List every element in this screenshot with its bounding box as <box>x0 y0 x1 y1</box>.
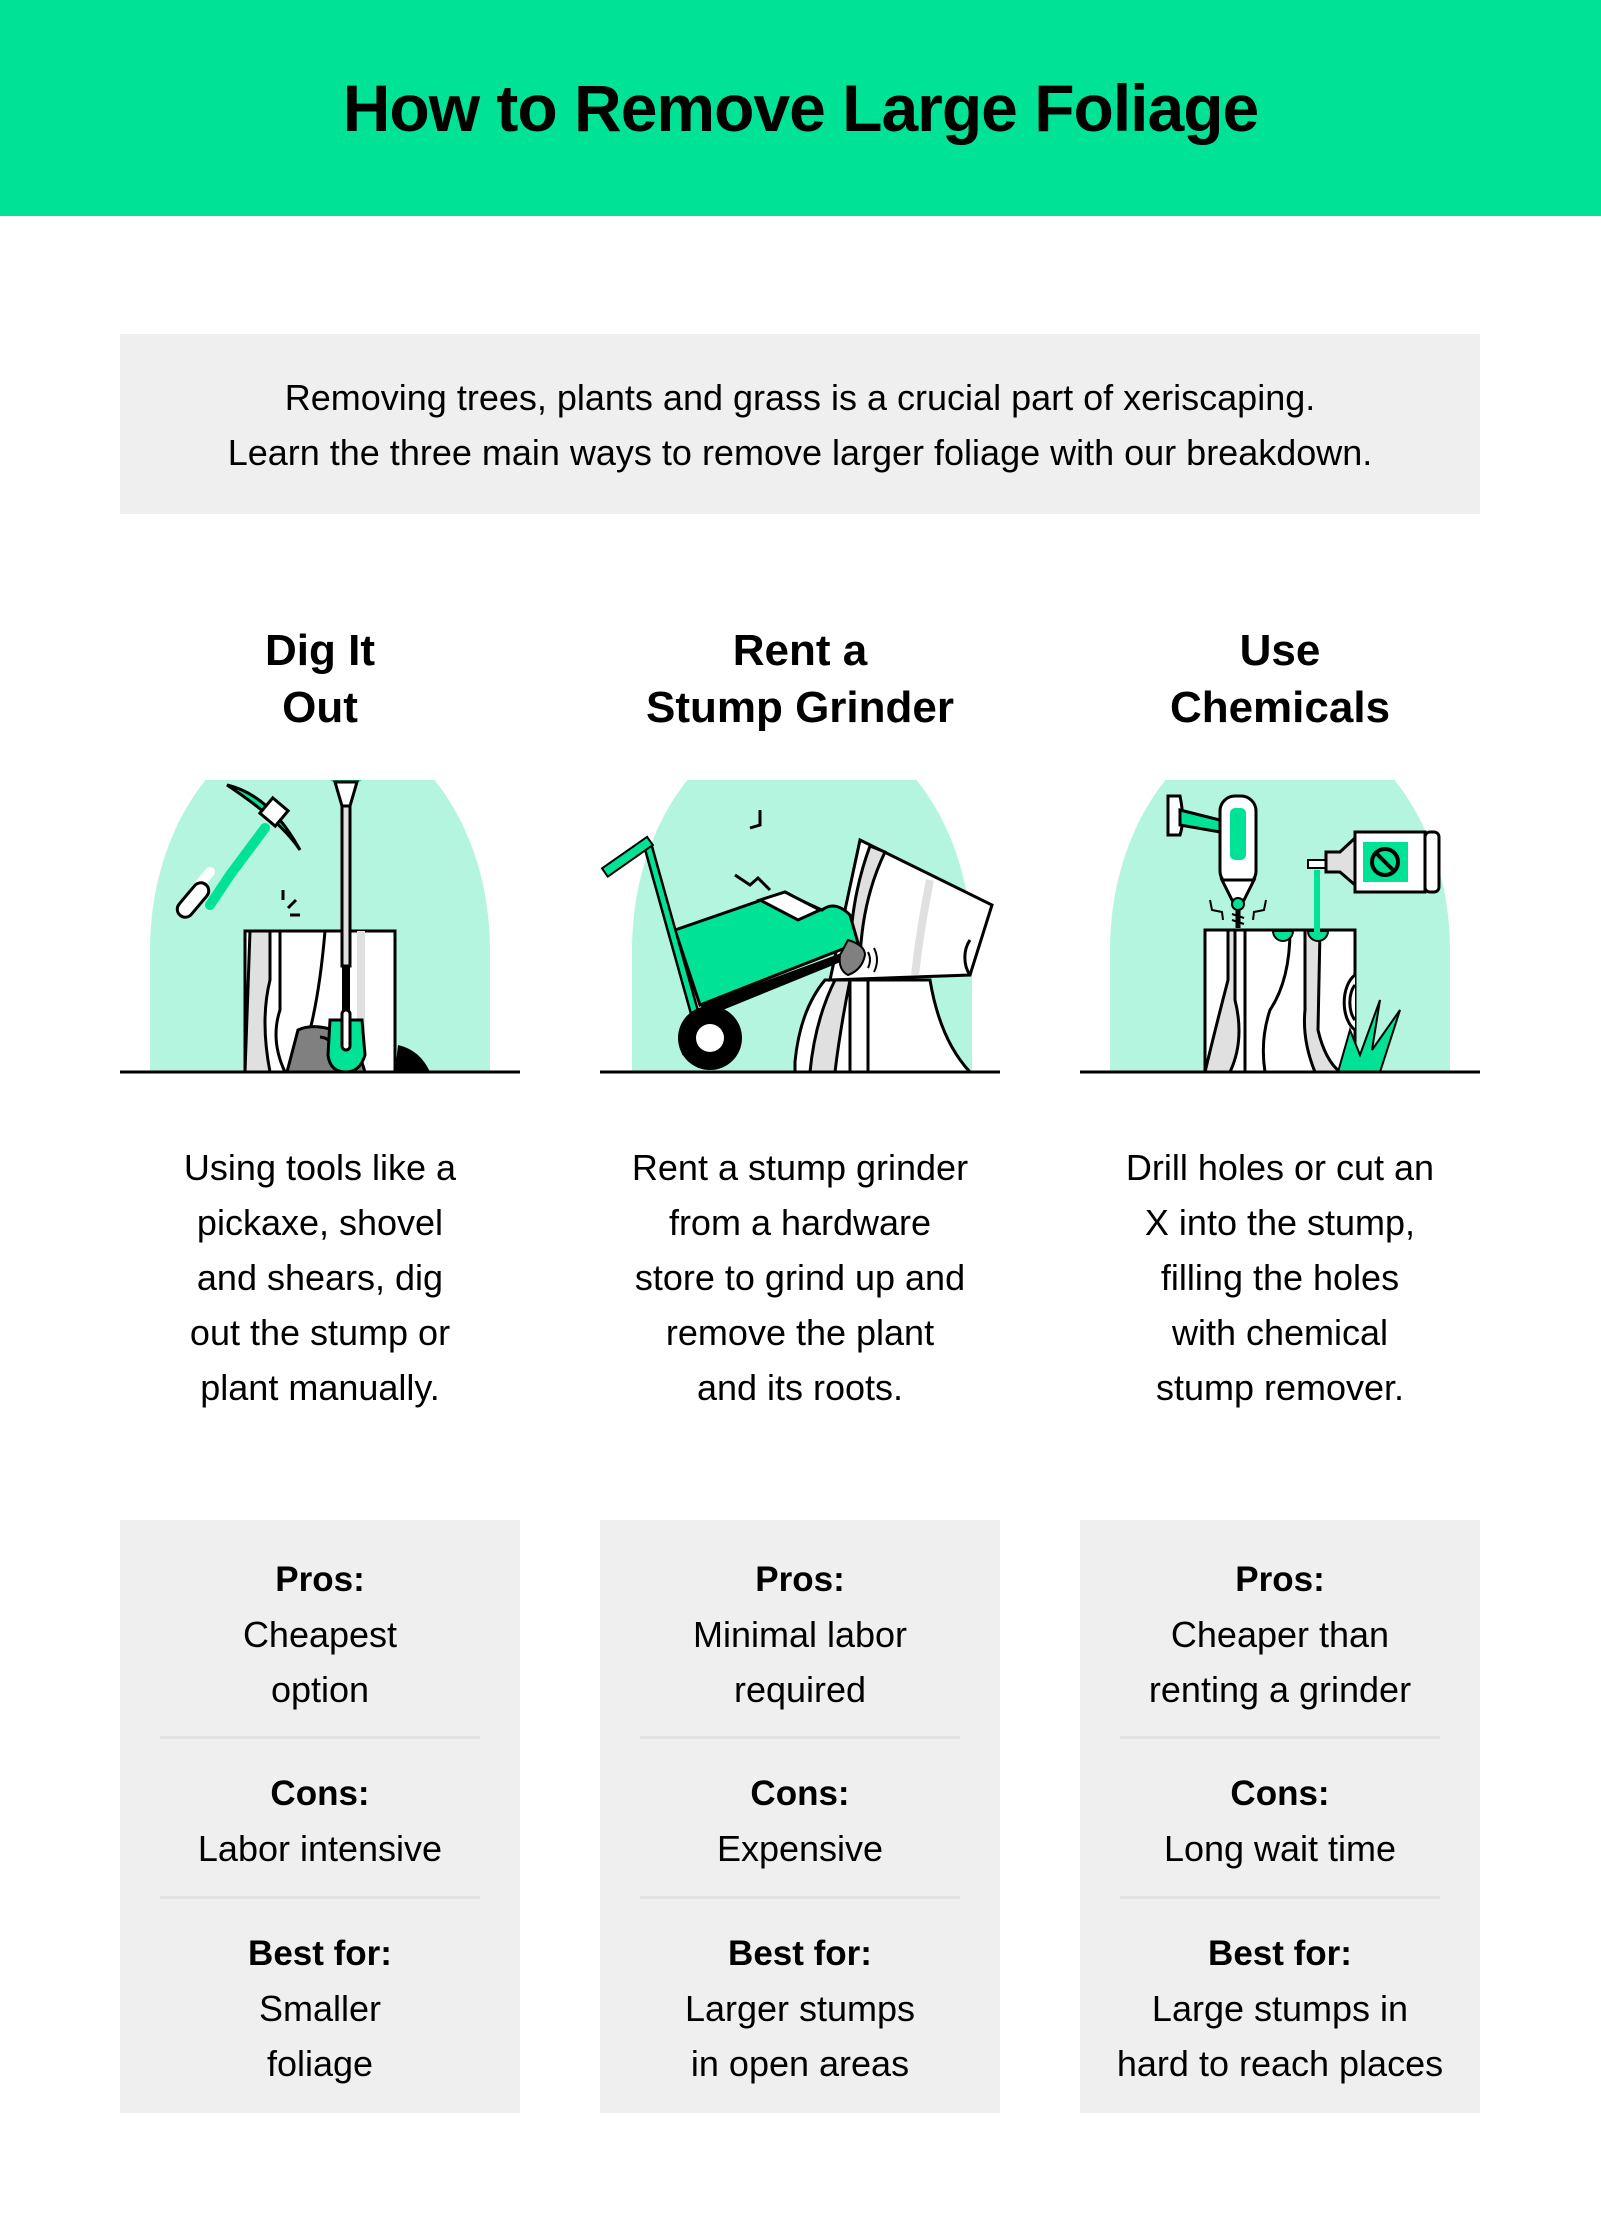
description-line: X into the stump, <box>1144 1202 1416 1243</box>
pros-value: Cheapest <box>242 1614 398 1655</box>
description-line: store to grind up and <box>634 1257 966 1298</box>
pickaxe-shovel-stump-icon <box>120 780 520 1074</box>
best-for-label: Best for: <box>728 1934 872 1973</box>
pros-cons-panel: Pros: Cheapest option Cons: Labor intens… <box>120 1520 520 2113</box>
best-for-value: Smaller <box>258 1988 382 2029</box>
pros-section: Pros: Cheapest option <box>120 1552 520 1717</box>
cons-label: Cons: <box>270 1774 370 1813</box>
best-for-section: Best for: Large stumps in hard to reach … <box>1080 1926 1480 2091</box>
divider <box>160 1896 480 1899</box>
description-line: plant manually. <box>200 1367 440 1408</box>
method-description: Using tools like a pickaxe, shovel and s… <box>120 1140 520 1415</box>
heading-line: Rent a <box>732 626 868 675</box>
method-heading: Dig It Out <box>120 622 520 736</box>
pros-value: renting a grinder <box>1148 1669 1412 1710</box>
intro-line: Removing trees, plants and grass is a cr… <box>284 377 1316 418</box>
drill-chemical-stump-icon <box>1080 780 1480 1074</box>
best-for-label: Best for: <box>1208 1934 1352 1973</box>
heading-line: Chemicals <box>1169 683 1391 732</box>
pros-cons-panel: Pros: Minimal labor required Cons: Expen… <box>600 1520 1000 2113</box>
description-line: out the stump or <box>189 1312 451 1353</box>
description-line: and shears, dig <box>196 1257 444 1298</box>
pros-label: Pros: <box>1235 1560 1325 1599</box>
stump-grinder-icon <box>600 780 1000 1074</box>
intro-box: Removing trees, plants and grass is a cr… <box>120 334 1480 514</box>
best-for-value: in open areas <box>690 2043 910 2084</box>
description-line: Rent a stump grinder <box>631 1147 969 1188</box>
cons-section: Cons: Long wait time <box>1080 1766 1480 1876</box>
cons-section: Cons: Expensive <box>600 1766 1000 1876</box>
description-line: stump remover. <box>1155 1367 1405 1408</box>
best-for-label: Best for: <box>248 1934 392 1973</box>
cons-label: Cons: <box>1230 1774 1330 1813</box>
divider <box>160 1736 480 1739</box>
pros-cons-panel: Pros: Cheaper than renting a grinder Con… <box>1080 1520 1480 2113</box>
page-title: How to Remove Large Foliage <box>342 71 1260 145</box>
pros-label: Pros: <box>755 1560 845 1599</box>
heading-line: Out <box>282 683 358 732</box>
cons-value: Labor intensive <box>197 1828 443 1869</box>
pros-section: Pros: Minimal labor required <box>600 1552 1000 1717</box>
description-line: with chemical <box>1171 1312 1389 1353</box>
cons-value: Long wait time <box>1163 1828 1397 1869</box>
pros-value: Cheaper than <box>1170 1614 1390 1655</box>
cons-value: Expensive <box>716 1828 884 1869</box>
heading-line: Dig It <box>265 626 375 675</box>
header-banner: How to Remove Large Foliage <box>0 0 1601 216</box>
best-for-value: hard to reach places <box>1116 2043 1444 2084</box>
best-for-value: Large stumps in <box>1151 1988 1409 2029</box>
method-description: Rent a stump grinder from a hardware sto… <box>600 1140 1000 1415</box>
divider <box>640 1896 960 1899</box>
description-line: and its roots. <box>696 1367 904 1408</box>
pros-section: Pros: Cheaper than renting a grinder <box>1080 1552 1480 1717</box>
best-for-value: Larger stumps <box>684 1988 916 2029</box>
divider <box>1120 1896 1440 1899</box>
description-line: Using tools like a <box>183 1147 457 1188</box>
description-line: pickaxe, shovel <box>196 1202 444 1243</box>
heading-line: Stump Grinder <box>645 683 955 732</box>
pros-value: Minimal labor <box>692 1614 908 1655</box>
best-for-section: Best for: Smaller foliage <box>120 1926 520 2091</box>
divider <box>1120 1736 1440 1739</box>
description-line: Drill holes or cut an <box>1125 1147 1435 1188</box>
description-line: remove the plant <box>665 1312 935 1353</box>
best-for-value: foliage <box>266 2043 374 2084</box>
intro-line: Learn the three main ways to remove larg… <box>227 432 1373 473</box>
description-line: filling the holes <box>1160 1257 1400 1298</box>
divider <box>640 1736 960 1739</box>
description-line: from a hardware <box>668 1202 932 1243</box>
best-for-section: Best for: Larger stumps in open areas <box>600 1926 1000 2091</box>
method-description: Drill holes or cut an X into the stump, … <box>1080 1140 1480 1415</box>
pros-label: Pros: <box>275 1560 365 1599</box>
heading-line: Use <box>1239 626 1321 675</box>
cons-label: Cons: <box>750 1774 850 1813</box>
pros-value: option <box>270 1669 370 1710</box>
method-heading: Rent a Stump Grinder <box>600 622 1000 736</box>
method-heading: Use Chemicals <box>1080 622 1480 736</box>
cons-section: Cons: Labor intensive <box>120 1766 520 1876</box>
pros-value: required <box>733 1669 867 1710</box>
